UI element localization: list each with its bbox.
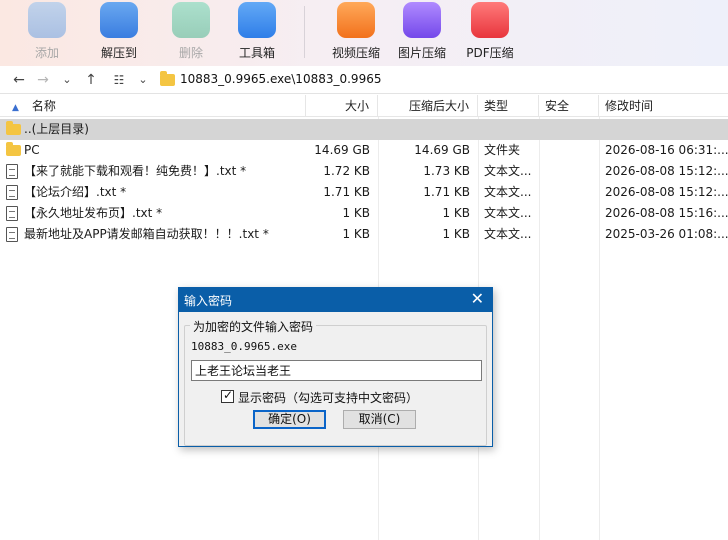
add-archive-icon bbox=[28, 2, 66, 38]
view-mode-chevron-down-icon[interactable]: ⌄ bbox=[134, 71, 152, 89]
file-packed-size: 14.69 GB bbox=[414, 143, 470, 157]
recycle-icon bbox=[172, 2, 210, 38]
file-size: 14.69 GB bbox=[314, 143, 370, 157]
address-field[interactable]: 10883_0.9965.exe\10883_0.9965 bbox=[158, 69, 728, 91]
folder-icon bbox=[160, 71, 175, 86]
toolbar: 添加 解压到 删除 工具箱 视频压缩 图片压缩 PDF压缩 bbox=[0, 0, 728, 66]
file-security bbox=[545, 161, 597, 182]
dialog-title: 输入密码 bbox=[184, 294, 233, 308]
file-name: 【论坛介绍】.txt * bbox=[24, 185, 127, 199]
dialog-title-bar[interactable]: 输入密码 ✕ bbox=[179, 288, 492, 312]
file-security bbox=[545, 140, 597, 161]
password-dialog: 输入密码 ✕ 为加密的文件输入密码 10883_0.9965.exe 显示密码（… bbox=[178, 287, 493, 447]
address-bar: ← → ⌄ ↑ ☷ ⌄ 10883_0.9965.exe\10883_0.996… bbox=[0, 66, 728, 94]
sort-up-arrow-icon: ▲ bbox=[12, 103, 19, 113]
file-modified: 2026-08-08 15:16:... bbox=[605, 206, 728, 220]
file-size: 1 KB bbox=[342, 227, 370, 241]
column-header-row: ▲ 名称 大小 压缩后大小 类型 安全 修改时间 bbox=[0, 95, 728, 117]
file-modified: 2025-03-26 01:08:... bbox=[605, 227, 728, 241]
folder-up-icon bbox=[6, 121, 21, 135]
cancel-button[interactable]: 取消(C) bbox=[343, 410, 416, 429]
column-header-modified[interactable]: 修改时间 bbox=[599, 95, 728, 117]
file-size: 1 KB bbox=[342, 206, 370, 220]
back-arrow-icon[interactable]: ← bbox=[10, 71, 28, 89]
file-type: 文本文... bbox=[484, 185, 532, 199]
text-file-icon bbox=[6, 206, 18, 221]
folder-icon bbox=[6, 142, 21, 156]
image-compress-icon bbox=[403, 2, 441, 38]
address-path: 10883_0.9965.exe\10883_0.9965 bbox=[180, 72, 382, 86]
history-chevron-down-icon[interactable]: ⌄ bbox=[58, 71, 76, 89]
parent-directory-row[interactable]: ..(上层目录) bbox=[0, 119, 728, 140]
file-security bbox=[545, 224, 597, 245]
ok-button[interactable]: 确定(O) bbox=[253, 410, 326, 429]
text-file-icon bbox=[6, 227, 18, 242]
list-item[interactable]: PC 14.69 GB 14.69 GB 文件夹 2026-08-16 06:3… bbox=[0, 140, 728, 161]
list-item[interactable]: 【论坛介绍】.txt * 1.71 KB 1.71 KB 文本文... 2026… bbox=[0, 182, 728, 203]
checkbox-checked-icon[interactable] bbox=[221, 388, 234, 403]
file-packed-size: 1 KB bbox=[442, 227, 470, 241]
list-item[interactable]: 最新地址及APP请发邮箱自动获取！！！.txt * 1 KB 1 KB 文本文.… bbox=[0, 224, 728, 245]
image-compress-button[interactable]: 图片压缩 bbox=[392, 0, 452, 66]
toolbox-icon bbox=[238, 2, 276, 38]
file-type: 文本文... bbox=[484, 164, 532, 178]
text-file-icon bbox=[6, 164, 18, 179]
password-group-label: 为加密的文件输入密码 bbox=[190, 318, 317, 335]
add-button[interactable]: 添加 bbox=[17, 0, 77, 66]
video-compress-icon bbox=[337, 2, 375, 38]
forward-arrow-icon[interactable]: → bbox=[34, 71, 52, 89]
column-header-name[interactable]: ▲ 名称 bbox=[0, 95, 306, 117]
column-header-size[interactable]: 大小 bbox=[306, 95, 378, 117]
toolbox-button[interactable]: 工具箱 bbox=[227, 0, 287, 66]
text-file-icon bbox=[6, 185, 18, 200]
show-password-label: 显示密码（勾选可支持中文密码） bbox=[238, 391, 419, 405]
file-name: 【永久地址发布页】.txt * bbox=[24, 206, 163, 220]
file-modified: 2026-08-08 15:12:... bbox=[605, 164, 728, 178]
column-header-packed-size[interactable]: 压缩后大小 bbox=[378, 95, 478, 117]
file-name: 【来了就能下载和观看！纯免费！】.txt * bbox=[24, 164, 247, 178]
pdf-compress-button[interactable]: PDF压缩 bbox=[460, 0, 520, 66]
delete-button[interactable]: 删除 bbox=[161, 0, 221, 66]
file-packed-size: 1.71 KB bbox=[423, 185, 470, 199]
up-arrow-icon[interactable]: ↑ bbox=[82, 71, 100, 89]
file-packed-size: 1 KB bbox=[442, 206, 470, 220]
file-security bbox=[545, 182, 597, 203]
file-modified: 2026-08-08 15:12:... bbox=[605, 185, 728, 199]
list-item[interactable]: 【来了就能下载和观看！纯免费！】.txt * 1.72 KB 1.73 KB 文… bbox=[0, 161, 728, 182]
file-size: 1.72 KB bbox=[323, 164, 370, 178]
list-item[interactable]: 【永久地址发布页】.txt * 1 KB 1 KB 文本文... 2026-08… bbox=[0, 203, 728, 224]
password-input[interactable] bbox=[191, 360, 482, 381]
file-name: 最新地址及APP请发邮箱自动获取！！！.txt * bbox=[24, 227, 269, 241]
file-packed-size: 1.73 KB bbox=[423, 164, 470, 178]
extract-to-button[interactable]: 解压到 bbox=[89, 0, 149, 66]
file-modified: 2026-08-16 06:31:... bbox=[605, 143, 728, 157]
file-type: 文本文... bbox=[484, 227, 532, 241]
parent-directory-label: ..(上层目录) bbox=[24, 122, 89, 136]
close-icon[interactable]: ✕ bbox=[471, 290, 484, 308]
file-security bbox=[545, 203, 597, 224]
file-type: 文件夹 bbox=[484, 143, 521, 157]
column-header-security[interactable]: 安全 bbox=[539, 95, 599, 117]
file-name: PC bbox=[24, 143, 40, 157]
encrypted-file-name: 10883_0.9965.exe bbox=[191, 340, 297, 353]
extract-icon bbox=[100, 2, 138, 38]
column-header-type[interactable]: 类型 bbox=[478, 95, 539, 117]
file-size: 1.71 KB bbox=[323, 185, 370, 199]
view-mode-icon[interactable]: ☷ bbox=[110, 71, 128, 89]
toolbar-separator bbox=[304, 6, 305, 58]
video-compress-button[interactable]: 视频压缩 bbox=[326, 0, 386, 66]
file-type: 文本文... bbox=[484, 206, 532, 220]
pdf-compress-icon bbox=[471, 2, 509, 38]
